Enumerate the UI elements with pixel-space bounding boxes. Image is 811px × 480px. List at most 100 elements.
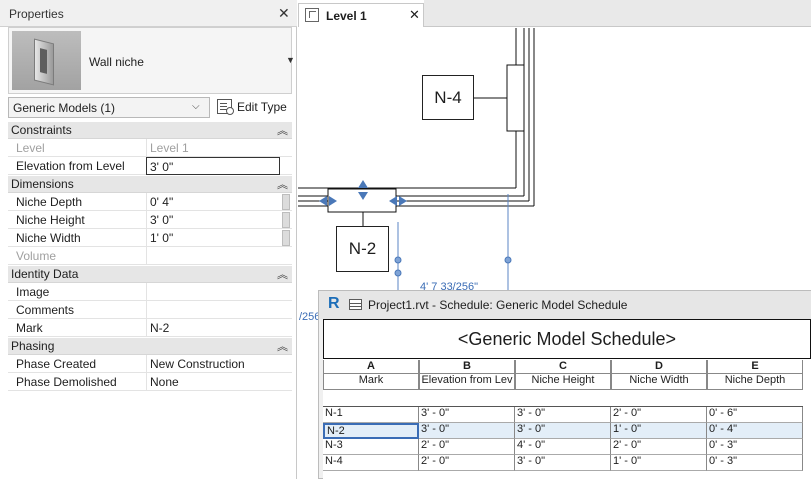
property-row-image[interactable]: Image [8,283,292,301]
property-name: Phase Created [16,357,97,371]
table-cell[interactable]: 0' - 6" [707,407,803,423]
table-cell[interactable]: 2' - 0" [419,439,515,455]
property-row-mark[interactable]: Mark N-2 [8,319,292,337]
property-row-phase-created[interactable]: Phase Created New Construction [8,355,292,373]
group-dimensions[interactable]: Dimensions ︽ [8,176,292,193]
tag-n4[interactable]: N-4 [422,75,474,120]
table-cell[interactable]: 3' - 0" [515,423,611,439]
niche-n4-shape[interactable] [506,64,525,132]
property-value-cell: Level 1 [146,139,280,157]
parameter-button[interactable] [282,212,290,228]
property-value: N-2 [150,321,170,335]
collapse-icon[interactable]: ︽ [277,122,288,138]
property-row-niche-height[interactable]: Niche Height 3' 0" [8,211,292,229]
table-row[interactable]: N-1 3' - 0" 3' - 0" 2' - 0" 0' - 6" [323,406,803,423]
property-row-elevation[interactable]: Elevation from Level 3' 0" [8,157,292,175]
group-constraints[interactable]: Constraints ︽ [8,122,292,139]
property-name: Niche Depth [16,195,83,209]
table-cell[interactable]: 2' - 0" [611,439,707,455]
group-identity-data[interactable]: Identity Data ︽ [8,266,292,283]
column-letter-c[interactable]: C [515,360,611,374]
column-letter-a[interactable]: A [323,360,419,374]
table-row[interactable]: N-3 2' - 0" 4' - 0" 2' - 0" 0' - 3" [323,439,803,455]
property-row-niche-depth[interactable]: Niche Depth 0' 4" [8,193,292,211]
table-cell[interactable]: 3' - 0" [419,407,515,423]
property-value-cell[interactable]: N-2 [146,319,280,337]
column-header-niche-depth[interactable]: Niche Depth [707,374,803,390]
collapse-icon[interactable]: ︽ [277,338,288,354]
column-letter-b[interactable]: B [419,360,515,374]
group-label: Identity Data [11,267,79,281]
table-cell[interactable]: 2' - 0" [611,407,707,423]
column-header-niche-height[interactable]: Niche Height [515,374,611,390]
dimension-text[interactable]: 4' 7 33/256" [420,281,478,290]
schedule-title-bar[interactable]: R Project1.rvt - Schedule: Generic Model… [319,291,811,319]
property-name: Level [16,141,45,155]
schedule-heading[interactable]: <Generic Model Schedule> [323,319,811,359]
table-cell[interactable]: 0' - 3" [707,455,803,471]
type-selector[interactable]: Wall niche ▼ [8,27,295,94]
table-cell-active[interactable]: N-2 [323,423,419,439]
group-label: Constraints [11,123,72,137]
property-value-cell[interactable]: New Construction [146,355,280,373]
property-row-niche-width[interactable]: Niche Width 1' 0" [8,229,292,247]
move-grip-icon[interactable] [358,180,368,188]
table-cell[interactable]: N-1 [323,407,419,423]
column-header-elevation[interactable]: Elevation from Lev [419,374,515,390]
collapse-icon[interactable]: ︽ [277,266,288,282]
table-cell[interactable]: 0' - 4" [707,423,803,439]
property-row-comments[interactable]: Comments [8,301,292,319]
table-cell[interactable]: 3' - 0" [515,407,611,423]
floor-plan-icon [305,8,319,22]
edit-type-label: Edit Type [237,100,287,114]
property-name: Volume [16,249,57,263]
table-cell[interactable]: 2' - 0" [419,455,515,471]
table-cell[interactable]: 3' - 0" [515,455,611,471]
tab-label: Level 1 [326,9,367,23]
table-cell[interactable]: 4' - 0" [515,439,611,455]
schedule-grid[interactable]: <Generic Model Schedule> A B C D E Mark … [323,319,811,480]
tab-level-1[interactable]: Level 1 ✕ [298,3,424,27]
niche-slot-shape [40,48,47,74]
table-row[interactable]: N-4 2' - 0" 3' - 0" 1' - 0" 0' - 3" [323,455,803,471]
column-letter-d[interactable]: D [611,360,707,374]
group-phasing[interactable]: Phasing ︽ [8,338,292,355]
close-icon[interactable]: ✕ [278,5,290,22]
table-cell[interactable]: N-4 [323,455,419,471]
column-letter-e[interactable]: E [707,360,803,374]
dimension-grip-icon[interactable] [504,256,512,264]
parameter-button[interactable] [282,194,290,210]
dimension-grip-icon[interactable] [394,256,402,264]
column-header-mark[interactable]: Mark [323,374,419,390]
table-cell[interactable]: 1' - 0" [611,455,707,471]
dropdown-arrow-icon[interactable]: ▼ [286,55,295,65]
table-cell[interactable]: N-3 [323,439,419,455]
tag-n2[interactable]: N-2 [336,226,389,272]
property-value-cell[interactable]: 1' 0" [146,229,280,247]
instance-filter-dropdown[interactable]: Generic Models (1) ⌵ [8,97,210,118]
schedule-window[interactable]: R Project1.rvt - Schedule: Generic Model… [318,290,811,480]
table-cell[interactable]: 3' - 0" [419,423,515,439]
group-label: Dimensions [11,177,74,191]
property-value-cell[interactable]: None [146,373,280,391]
collapse-icon[interactable]: ︽ [277,176,288,192]
edit-type-button[interactable]: Edit Type [215,97,293,118]
flip-grip-icon[interactable] [319,196,327,206]
close-icon[interactable]: ✕ [409,7,420,23]
schedule-table-icon [349,299,362,310]
table-cell[interactable]: 1' - 0" [611,423,707,439]
table-cell[interactable]: 0' - 3" [707,439,803,455]
column-header-niche-width[interactable]: Niche Width [611,374,707,390]
property-value-cell[interactable]: 3' 0" [146,211,280,229]
property-value-cell[interactable] [146,301,280,319]
property-row-phase-demolished[interactable]: Phase Demolished None [8,373,292,391]
property-value: 0' 4" [150,195,174,209]
flip-grip-icon[interactable] [399,196,407,206]
property-value-cell[interactable]: 0' 4" [146,193,280,211]
dimension-grip-icon[interactable] [394,269,402,277]
property-name: Elevation from Level [16,159,125,173]
property-value-cell[interactable] [146,283,280,301]
parameter-button[interactable] [282,230,290,246]
elevation-input[interactable]: 3' 0" [146,157,280,175]
table-row-selected[interactable]: N-2 3' - 0" 3' - 0" 1' - 0" 0' - 4" [323,423,803,439]
